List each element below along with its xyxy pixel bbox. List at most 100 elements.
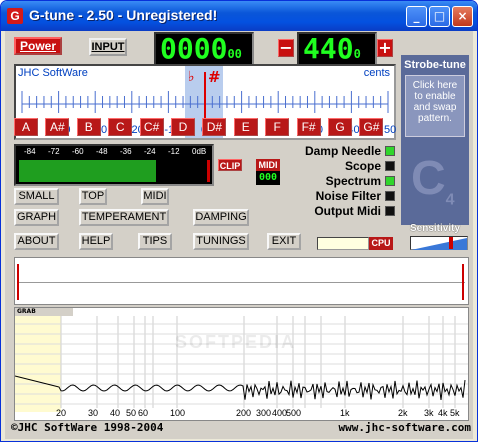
spectrum-axis-label: 5k	[450, 408, 460, 418]
note-button-a-sharp[interactable]: A#	[45, 118, 70, 136]
option-label: Scope	[344, 159, 381, 173]
damping-button[interactable]: DAMPING	[193, 209, 249, 226]
note-button-f[interactable]: F	[265, 118, 290, 136]
note-button-e[interactable]: E	[233, 118, 258, 136]
maximize-button[interactable]: □	[429, 6, 450, 27]
strobe-hint[interactable]: Click here to enable and swap pattern.	[405, 75, 465, 137]
plus-button[interactable]: +	[377, 39, 393, 57]
footer-copyright: ©JHC SoftWare 1998-2004	[11, 421, 164, 434]
cpu-label: CPU	[369, 237, 393, 250]
watermark: SOFTPEDIA	[175, 332, 297, 352]
close-button[interactable]: ×	[452, 6, 473, 27]
spectrum-trace	[15, 375, 466, 401]
scope-baseline	[17, 282, 465, 283]
level-meter-scale: -84 -72 -60 -48 -36 -24 -12 0dB	[16, 147, 212, 159]
scale-brand: JHC SoftWare	[18, 67, 88, 79]
spectrum-tab[interactable]: GRAB SPECTRUM	[15, 308, 73, 323]
sensitivity-slider[interactable]	[410, 236, 468, 250]
top-button[interactable]: TOP	[79, 188, 107, 205]
option-checkbox[interactable]	[385, 161, 395, 171]
option-label: Damp Needle	[304, 144, 381, 158]
cents-display-decimal: 00	[227, 47, 242, 61]
spectrum-axis-label: 4k	[438, 408, 448, 418]
frequency-display-decimal: 0	[353, 47, 361, 61]
clip-marker	[207, 160, 210, 182]
note-button-g-sharp[interactable]: G#	[359, 118, 384, 136]
strobe-note: C4	[411, 151, 461, 211]
option-damp-needle[interactable]: Damp Needle	[275, 144, 395, 159]
help-button[interactable]: HELP	[79, 233, 113, 250]
about-button[interactable]: ABOUT	[14, 233, 59, 250]
minus-button[interactable]: −	[278, 39, 294, 57]
sensitivity-ramp	[411, 238, 467, 250]
spectrum-axis-label: 20	[56, 408, 67, 418]
option-output-midi[interactable]: Output Midi	[275, 204, 395, 219]
option-checkbox[interactable]	[385, 176, 395, 186]
scope-display	[14, 257, 469, 305]
small-button[interactable]: SMALL	[14, 188, 59, 205]
power-button[interactable]: Power	[14, 37, 62, 55]
temperament-button[interactable]: TEMPERAMENT	[79, 209, 169, 226]
minimize-button[interactable]: _	[406, 6, 427, 27]
footer-url[interactable]: www.jhc-software.com	[339, 421, 471, 434]
spectrum-axis-label: 50	[126, 408, 137, 418]
option-label: Spectrum	[325, 174, 381, 188]
scope-right-marker	[462, 264, 464, 300]
spectrum-axis-label: 100	[170, 408, 186, 418]
level-meter-bar	[19, 160, 156, 182]
spectrum-plot	[15, 316, 468, 408]
option-scope[interactable]: Scope	[275, 159, 395, 174]
option-checkbox[interactable]	[385, 146, 395, 156]
note-button-f-sharp[interactable]: F#	[296, 118, 321, 136]
meter-tick-label: -72	[48, 147, 60, 156]
spectrum-axis-label: 30	[88, 408, 99, 418]
meter-tick-label: 0dB	[192, 147, 207, 156]
meter-tick-label: -24	[144, 147, 156, 156]
meter-tick-label: -12	[168, 147, 180, 156]
strobe-octave: 4	[445, 191, 455, 209]
tunings-button[interactable]: TUNINGS	[193, 233, 249, 250]
note-button-c[interactable]: C	[108, 118, 133, 136]
option-spectrum[interactable]: Spectrum	[275, 174, 395, 189]
tips-button[interactable]: TIPS	[138, 233, 172, 250]
cents-display-value: 0000	[160, 32, 228, 65]
frequency-display-value: 440	[303, 32, 354, 65]
note-button-d[interactable]: D	[171, 118, 195, 136]
note-button-b[interactable]: B	[76, 118, 101, 136]
spectrum-axis-label: 40	[110, 408, 121, 418]
sensitivity-thumb[interactable]	[448, 237, 453, 249]
note-button-g[interactable]: G	[328, 118, 352, 136]
option-noise-filter[interactable]: Noise Filter	[275, 189, 395, 204]
title-bar[interactable]: G G-tune - 2.50 - Unregistered! _ □ ×	[1, 1, 477, 31]
spectrum-axis-label: 60	[138, 408, 149, 418]
spectrum-axis-label: 300	[256, 408, 272, 418]
input-button[interactable]: INPUT	[89, 38, 127, 56]
scale-tick-label: 50	[384, 124, 397, 136]
app-icon: G	[7, 8, 23, 24]
frequency-display: 4400	[297, 32, 377, 66]
strobe-panel[interactable]: Strobe-tune Click here to enable and swa…	[401, 55, 469, 225]
option-checkbox[interactable]	[385, 191, 395, 201]
main-panel: Power INPUT 000000 − 4400 + JHC SoftWare…	[5, 31, 473, 439]
option-checkbox[interactable]	[385, 206, 395, 216]
scope-left-marker	[17, 264, 19, 300]
exit-button[interactable]: EXIT	[267, 233, 301, 250]
option-label: Output Midi	[314, 204, 381, 218]
footer: ©JHC SoftWare 1998-2004 www.jhc-software…	[9, 421, 473, 437]
note-button-c-sharp[interactable]: C#	[139, 118, 164, 136]
cpu-meter	[317, 237, 369, 250]
strobe-title: Strobe-tune	[404, 59, 466, 71]
level-meter: -84 -72 -60 -48 -36 -24 -12 0dB	[14, 144, 214, 186]
midi-button[interactable]: MIDI	[141, 188, 169, 205]
meter-tick-label: -60	[72, 147, 84, 156]
graph-button[interactable]: GRAPH	[14, 209, 59, 226]
option-label: Noise Filter	[315, 189, 381, 203]
sensitivity-label: Sensitivity	[410, 223, 461, 234]
spectrum-axis-label: 1k	[340, 408, 350, 418]
spectrum-axis-label: 500	[286, 408, 302, 418]
note-button-d-sharp[interactable]: D#	[202, 118, 227, 136]
note-button-a[interactable]: A	[14, 118, 38, 136]
cents-display: 000000	[154, 32, 254, 66]
strobe-note-letter: C	[411, 152, 446, 205]
meter-tick-label: -84	[24, 147, 36, 156]
